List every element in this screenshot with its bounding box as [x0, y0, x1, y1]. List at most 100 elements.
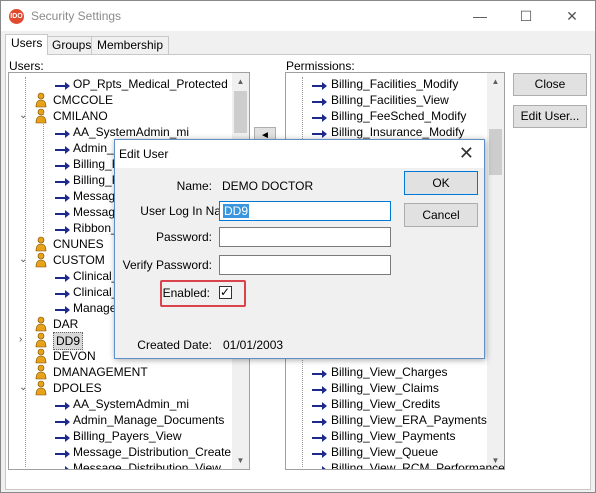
password-label: Password: — [155, 230, 212, 244]
permission-name: Billing_Insurance_Modify — [331, 125, 465, 139]
verify-password-input[interactable] — [219, 255, 391, 275]
user-tree-item[interactable]: DMANAGEMENT — [9, 364, 231, 380]
permission-list-item[interactable]: Billing_Insurance_Modify — [286, 124, 486, 140]
security-settings-window: IDO Security Settings — ☐ ✕ Users Groups… — [0, 0, 596, 493]
permission-arrow-icon — [312, 367, 328, 378]
tree-guide-line — [43, 113, 44, 233]
permission-list-item[interactable]: Billing_View_Charges — [286, 364, 486, 380]
permission-list-item[interactable]: Billing_View_Credits — [286, 396, 486, 412]
permission-tree-item[interactable]: Admin_Manage_Documents — [9, 412, 231, 428]
created-date-value: 01/01/2003 — [223, 338, 284, 352]
scroll-up-arrow-icon[interactable]: ▲ — [487, 73, 504, 90]
edit-user-dialog: Edit User ✕ Name: DEMO DOCTOR User Log I… — [114, 139, 485, 359]
permission-list-item[interactable]: Billing_View_RCM_Performance — [286, 460, 504, 469]
user-icon — [35, 332, 47, 348]
permission-name: Billing_View_Queue — [331, 445, 439, 459]
dialog-close-icon[interactable]: ✕ — [459, 143, 474, 163]
close-button[interactable]: Close — [513, 73, 587, 96]
permission-name: Billing_View_RCM_Performance — [331, 461, 505, 470]
permission-tree-item[interactable]: AA_SystemAdmin_mi — [9, 396, 231, 412]
permission-arrow-icon — [55, 303, 71, 314]
permission-arrow-icon — [55, 175, 71, 186]
permission-name: Billing_View_Charges — [331, 365, 448, 379]
permission-name: Message_Distribution_Create — [73, 445, 232, 459]
permission-arrow-icon — [55, 463, 71, 469]
permission-name: Billing_Payers_View — [73, 429, 182, 443]
verify-password-label: Verify Password: — [122, 258, 212, 272]
collapse-chevron-icon[interactable]: ⌄ — [19, 252, 29, 268]
minimize-button[interactable]: — — [457, 1, 503, 31]
edit-user-button[interactable]: Edit User... — [513, 105, 587, 128]
permission-name: Billing_P — [73, 173, 120, 187]
user-tree-item[interactable]: ⌄ DPOLES — [9, 380, 231, 396]
password-input[interactable] — [219, 227, 391, 247]
permission-name: Billing_View_Payments — [331, 429, 456, 443]
permission-arrow-icon — [55, 399, 71, 410]
user-name: DPOLES — [53, 381, 102, 395]
collapse-chevron-icon[interactable]: ⌄ — [19, 380, 29, 396]
user-name: CNUNES — [53, 237, 104, 251]
scroll-down-arrow-icon[interactable]: ▼ — [232, 452, 249, 469]
permission-list-item[interactable]: Billing_View_ERA_Payments — [286, 412, 487, 428]
users-scroll-thumb[interactable] — [234, 91, 247, 133]
permission-arrow-icon — [55, 271, 71, 282]
tab-membership[interactable]: Membership — [91, 36, 170, 54]
permission-list-item[interactable]: Billing_View_Queue — [286, 444, 486, 460]
permission-name: AA_SystemAdmin_mi — [73, 125, 190, 139]
permissions-scroll-thumb[interactable] — [489, 129, 502, 175]
user-name: DEVON — [53, 349, 96, 363]
enabled-label: Enabled: — [162, 286, 210, 300]
login-name-value: DD9 — [223, 204, 250, 218]
permission-list-item[interactable]: Billing_FeeSched_Modify — [286, 108, 486, 124]
close-window-button[interactable]: ✕ — [549, 1, 595, 31]
user-tree-item[interactable]: CMCCOLE — [9, 92, 231, 108]
user-name: DMANAGEMENT — [53, 365, 148, 379]
permission-tree-item[interactable]: Message_Distribution_Create — [9, 444, 231, 460]
permission-arrow-icon — [55, 191, 71, 202]
permission-list-item[interactable]: Billing_View_Claims — [286, 380, 486, 396]
user-icon — [35, 364, 47, 380]
permission-tree-item[interactable]: Billing_Payers_View — [9, 428, 231, 444]
dialog-title: Edit User — [119, 147, 169, 161]
name-label: Name: — [176, 179, 212, 193]
window-title: Security Settings — [31, 9, 122, 23]
users-label: Users: — [9, 59, 44, 73]
permission-name: Billing_View_Claims — [331, 381, 439, 395]
expand-chevron-icon[interactable]: › — [19, 332, 29, 348]
permission-list-item[interactable]: Billing_View_Payments — [286, 428, 486, 444]
user-icon — [35, 380, 47, 396]
enabled-checkbox[interactable]: ✓ — [219, 285, 232, 299]
login-name-input[interactable]: DD9 — [219, 201, 391, 221]
permission-arrow-icon — [55, 415, 71, 426]
tab-groups[interactable]: Groups — [46, 36, 98, 54]
permission-name: Clinical_ — [73, 269, 119, 283]
name-value: DEMO DOCTOR — [222, 179, 314, 193]
permission-tree-item[interactable]: Message_Distribution_View — [9, 460, 231, 469]
permission-arrow-icon — [55, 79, 71, 90]
app-logo-icon: IDO — [9, 9, 24, 24]
title-bar: IDO Security Settings — ☐ ✕ — [1, 1, 595, 31]
permission-arrow-icon — [55, 431, 71, 442]
permission-name: Clinical_ — [73, 285, 119, 299]
permission-list-item[interactable]: Billing_Facilities_Modify — [286, 76, 486, 92]
permissions-scrollbar[interactable]: ▲ ▼ — [487, 73, 504, 469]
cancel-button[interactable]: Cancel — [404, 203, 478, 227]
permission-name: Admin_Manage_Documents — [73, 413, 225, 427]
tab-users[interactable]: Users — [5, 34, 49, 55]
collapse-chevron-icon[interactable]: ⌄ — [19, 108, 29, 124]
permission-list-item[interactable]: Billing_Facilities_View — [286, 92, 486, 108]
permission-tree-item[interactable]: OP_Rpts_Medical_Protected — [9, 76, 231, 92]
permission-arrow-icon — [312, 447, 328, 458]
permission-arrow-icon — [312, 415, 328, 426]
scroll-up-arrow-icon[interactable]: ▲ — [232, 73, 249, 90]
checkmark-icon: ✓ — [220, 285, 231, 299]
maximize-button[interactable]: ☐ — [503, 1, 549, 31]
permission-arrow-icon — [312, 79, 328, 90]
permission-arrow-icon — [312, 431, 328, 442]
permission-name: Billing_View_ERA_Payments — [331, 413, 487, 427]
created-date-label: Created Date: — [137, 338, 212, 352]
ok-button[interactable]: OK — [404, 171, 478, 195]
user-icon — [35, 316, 47, 332]
permissions-label: Permissions: — [286, 59, 355, 73]
user-icon — [35, 252, 47, 268]
